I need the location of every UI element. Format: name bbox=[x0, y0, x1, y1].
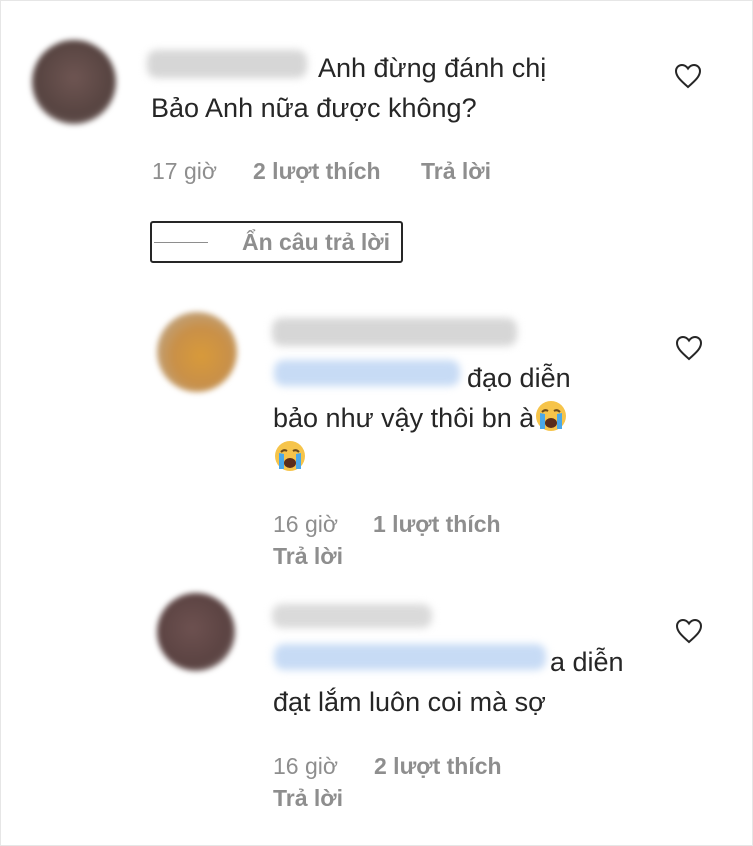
hide-replies-button[interactable]: Ẩn câu trả lời bbox=[150, 221, 403, 263]
comment-time[interactable]: 16 giờ bbox=[273, 511, 338, 538]
heart-icon[interactable] bbox=[675, 618, 703, 644]
heart-icon[interactable] bbox=[674, 63, 702, 89]
comment-text: đạt lắm luôn coi mà sợ bbox=[273, 687, 546, 717]
reply-button[interactable]: Trả lời bbox=[421, 158, 491, 185]
mention-blurred[interactable] bbox=[274, 360, 460, 386]
username-blurred[interactable] bbox=[272, 604, 432, 628]
comment-text: bảo như vậy thôi bn à bbox=[273, 398, 568, 438]
comment-text: đạo diễn bbox=[467, 363, 571, 393]
user-avatar[interactable] bbox=[157, 593, 235, 671]
reply-button[interactable]: Trả lời bbox=[273, 543, 343, 570]
username-blurred[interactable] bbox=[147, 50, 307, 78]
hide-replies-label: Ẩn câu trả lời bbox=[242, 228, 390, 255]
likes-count[interactable]: 1 lượt thích bbox=[373, 511, 501, 538]
comment-text: Bảo Anh nữa được không? bbox=[151, 93, 477, 123]
comment-text: a diễn bbox=[550, 647, 624, 677]
heart-icon[interactable] bbox=[675, 335, 703, 361]
user-avatar[interactable] bbox=[32, 40, 116, 124]
crying-face-icon bbox=[275, 441, 305, 471]
crying-face-icon bbox=[536, 401, 567, 431]
likes-count[interactable]: 2 lượt thích bbox=[374, 753, 502, 780]
mention-blurred[interactable] bbox=[274, 644, 546, 670]
user-avatar[interactable] bbox=[157, 312, 237, 392]
comment-text: Anh đừng đánh chị bbox=[318, 53, 547, 83]
reply-button[interactable]: Trả lời bbox=[273, 785, 343, 812]
comment-time[interactable]: 17 giờ bbox=[152, 158, 217, 185]
comment-text bbox=[273, 438, 307, 478]
username-blurred[interactable] bbox=[272, 318, 517, 346]
divider-line bbox=[154, 241, 208, 243]
comment-time[interactable]: 16 giờ bbox=[273, 753, 338, 780]
likes-count[interactable]: 2 lượt thích bbox=[253, 158, 381, 185]
